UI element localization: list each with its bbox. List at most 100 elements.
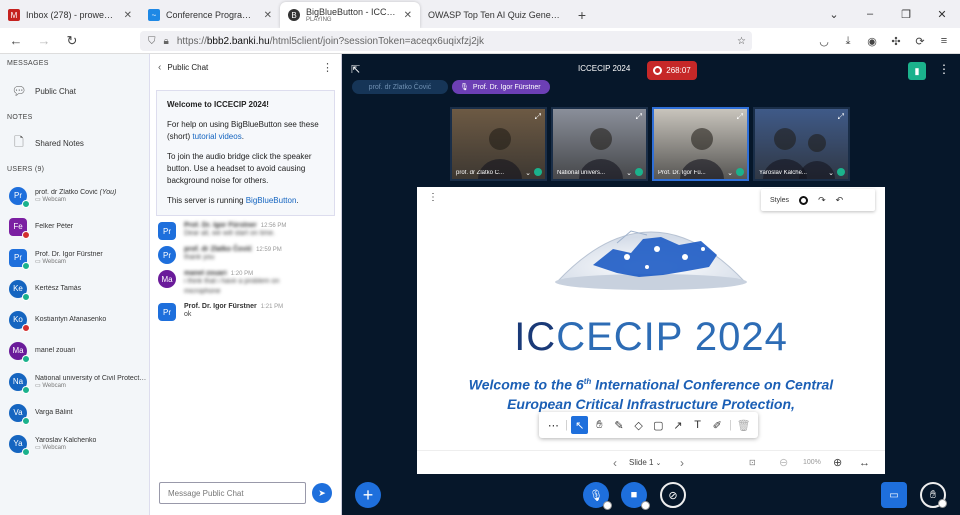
user-list-item[interactable]: Ya Yaroslav Kalchenko ▭ Webcam bbox=[0, 428, 149, 459]
hide-chat-chevron-icon[interactable]: ‹ bbox=[158, 62, 161, 73]
browser-tab-inbox[interactable]: M Inbox (278) - prowebing@gmail.com ✕ bbox=[0, 2, 140, 28]
close-window-icon[interactable]: ✕ bbox=[924, 0, 960, 28]
presentation-area[interactable]: ⋮ Styles ↷ ↶ ICCECIP 2024 Welcome to the… bbox=[417, 187, 885, 474]
minimize-icon[interactable]: – bbox=[852, 0, 888, 28]
redo-icon[interactable]: ↷ bbox=[818, 195, 826, 206]
browser-tab-bigbluebutton[interactable]: B BigBlueButton - ICCECIP 2024PLAYING ✕ bbox=[280, 2, 420, 28]
bigbluebutton-link[interactable]: BigBlueButton bbox=[246, 196, 297, 205]
audio-status-dot bbox=[22, 416, 30, 425]
user-list-item[interactable]: Pr prof. dr Zlatko Čović (You) ▭ Webcam bbox=[0, 180, 149, 211]
trash-icon[interactable]: 🗑︎ bbox=[735, 416, 752, 434]
webcam-tile[interactable]: ⤢ Yaroslav Kalche... ⌄ bbox=[753, 107, 850, 181]
webcam-button[interactable]: ■ bbox=[621, 482, 650, 510]
recording-indicator[interactable]: 268:07 bbox=[647, 61, 697, 80]
undo-icon[interactable]: ↶ bbox=[836, 195, 844, 206]
webcam-tile[interactable]: ⤢ Prof. Dr. Igor Fü... ⌄ bbox=[652, 107, 749, 181]
audio-options-caret[interactable] bbox=[603, 501, 612, 510]
text-tool-icon[interactable]: T bbox=[689, 416, 706, 434]
webcam-options-icon[interactable]: ⌄ bbox=[626, 169, 632, 177]
raise-hand-button[interactable]: ✋︎ bbox=[920, 482, 947, 508]
webcam-tile[interactable]: ⤢ National univers... ⌄ bbox=[551, 107, 648, 181]
presentation-toggle-button[interactable]: ▭ bbox=[881, 482, 907, 508]
welcome-title: Welcome to ICCECIP 2024! bbox=[167, 100, 269, 109]
shield-icon[interactable]: ⛉ bbox=[148, 36, 156, 47]
close-icon[interactable]: ✕ bbox=[264, 10, 272, 21]
close-icon[interactable]: ✕ bbox=[404, 10, 412, 21]
webcam-icon: ▭ bbox=[35, 444, 41, 451]
menu-icon[interactable]: ≡ bbox=[934, 31, 954, 51]
downloads-icon[interactable]: ⤓ bbox=[838, 31, 858, 51]
webcam-options-icon[interactable]: ⌄ bbox=[525, 169, 531, 177]
user-list-item[interactable]: Ma manel zouari bbox=[0, 335, 149, 366]
url-bar[interactable]: ⛉ 🔒︎ https://bbb2.banki.hu/html5client/j… bbox=[140, 31, 752, 51]
zoom-in-icon[interactable]: ⊕ bbox=[833, 456, 842, 469]
chat-bubbles-icon: 💬︎ bbox=[11, 84, 27, 98]
restore-icon[interactable]: ❐ bbox=[888, 0, 924, 28]
tutorial-videos-link[interactable]: tutorial videos bbox=[192, 132, 241, 141]
fit-to-screen-icon[interactable]: ⊡ bbox=[749, 458, 756, 467]
expand-icon[interactable]: ⤢ bbox=[838, 112, 844, 122]
presentation-options-kebab-icon[interactable]: ⋮ bbox=[428, 192, 438, 203]
browser-tab-conference-program[interactable]: ~ Conference Program – ICCECIP 2024 ✕ bbox=[140, 2, 280, 28]
user-list-item[interactable]: Ke Kertész Tamás bbox=[0, 273, 149, 304]
expand-icon[interactable]: ⤢ bbox=[636, 112, 642, 122]
options-kebab-icon[interactable]: ⋮ bbox=[938, 62, 950, 76]
user-list-item[interactable]: Va Varga Bálint bbox=[0, 397, 149, 428]
pencil-icon[interactable]: ✎ bbox=[611, 416, 628, 434]
account-icon[interactable]: ◉ bbox=[862, 31, 882, 51]
leave-meeting-icon[interactable]: ⇱ bbox=[351, 63, 360, 76]
sticky-note-icon[interactable]: ✐ bbox=[709, 416, 726, 434]
chat-options-kebab-icon[interactable]: ⋮ bbox=[322, 61, 333, 74]
select-tool-icon[interactable]: ↖ bbox=[571, 416, 589, 434]
close-icon[interactable]: ✕ bbox=[124, 10, 132, 21]
more-tools-icon[interactable]: ⋯ bbox=[545, 416, 562, 434]
user-status: Webcam bbox=[42, 382, 66, 389]
rectangle-icon[interactable]: ▢ bbox=[650, 416, 667, 434]
history-icon[interactable]: ⟳ bbox=[910, 31, 930, 51]
share-screen-button[interactable]: ⊘ bbox=[660, 482, 686, 508]
user-list-item[interactable]: Pr Prof. Dr. Igor Fürstner ▭ Webcam bbox=[0, 242, 149, 273]
slide-select[interactable]: Slide 1 ⌄ bbox=[629, 458, 661, 467]
message-text: i think that i have a problem on bbox=[184, 278, 280, 285]
shared-notes-nav-item[interactable]: 🗋︎ Shared Notes bbox=[0, 131, 149, 155]
webcam-options-icon[interactable]: ⌄ bbox=[727, 169, 733, 177]
webcam-options-icon[interactable]: ⌄ bbox=[828, 169, 834, 177]
video-options-caret[interactable] bbox=[641, 501, 650, 510]
connection-status-icon[interactable]: ▮ bbox=[908, 62, 926, 80]
zoom-out-icon[interactable]: ⊖ bbox=[779, 456, 788, 469]
public-chat-nav-item[interactable]: 💬︎ Public Chat bbox=[0, 79, 149, 103]
styles-label[interactable]: Styles bbox=[770, 197, 789, 204]
pan-hand-icon[interactable]: ✋︎ bbox=[591, 416, 608, 434]
expand-icon[interactable]: ⤢ bbox=[535, 112, 541, 122]
previous-slide-chevron-icon[interactable]: ‹ bbox=[613, 456, 617, 470]
reload-icon[interactable]: ↻ bbox=[60, 29, 84, 53]
style-color-ring-icon[interactable] bbox=[799, 195, 809, 205]
talking-indicator-active[interactable]: 🎙︎ Prof. Dr. Igor Fürstner bbox=[452, 80, 550, 94]
user-list-item[interactable]: Na National university of Civil Protectio… bbox=[0, 366, 149, 397]
webcam-tile[interactable]: ⤢ prof. dr Zlatko Č... ⌄ bbox=[450, 107, 547, 181]
actions-plus-button[interactable]: + bbox=[355, 482, 381, 508]
extensions-icon[interactable]: ✣ bbox=[886, 31, 906, 51]
talking-indicator[interactable]: prof. dr Zlatko Čović bbox=[352, 80, 448, 94]
message-text: microphone bbox=[184, 288, 221, 295]
zoom-level[interactable]: 100% bbox=[803, 459, 821, 466]
fit-width-icon[interactable]: ↔ bbox=[859, 457, 870, 469]
user-list-item[interactable]: Ko Kostiantyn Afanasenko bbox=[0, 304, 149, 335]
pocket-icon[interactable]: ◡ bbox=[814, 31, 834, 51]
bookmark-star-icon[interactable]: ☆ bbox=[737, 36, 746, 47]
eraser-icon[interactable]: ◇ bbox=[630, 416, 647, 434]
new-tab-plus-icon[interactable]: + bbox=[570, 2, 594, 28]
forward-arrow-icon[interactable]: → bbox=[32, 29, 56, 53]
send-message-button[interactable]: ➤ bbox=[312, 483, 332, 503]
microphone-button[interactable]: 🎙︎ bbox=[583, 482, 612, 510]
browser-tab-owasp-quiz[interactable]: OWASP Top Ten AI Quiz Generator bbox=[420, 2, 570, 28]
next-slide-chevron-icon[interactable]: › bbox=[680, 456, 684, 470]
lock-icon[interactable]: 🔒︎ bbox=[164, 36, 169, 47]
reactions-caret[interactable] bbox=[938, 499, 947, 508]
arrow-icon[interactable]: ↗ bbox=[670, 416, 687, 434]
back-arrow-icon[interactable]: ← bbox=[4, 29, 28, 53]
chat-message-input[interactable]: Message Public Chat bbox=[159, 482, 306, 504]
user-list-item[interactable]: Fe Felker Péter bbox=[0, 211, 149, 242]
list-all-tabs-icon[interactable]: ⌄ bbox=[816, 0, 852, 28]
expand-icon[interactable]: ⤢ bbox=[737, 112, 743, 122]
